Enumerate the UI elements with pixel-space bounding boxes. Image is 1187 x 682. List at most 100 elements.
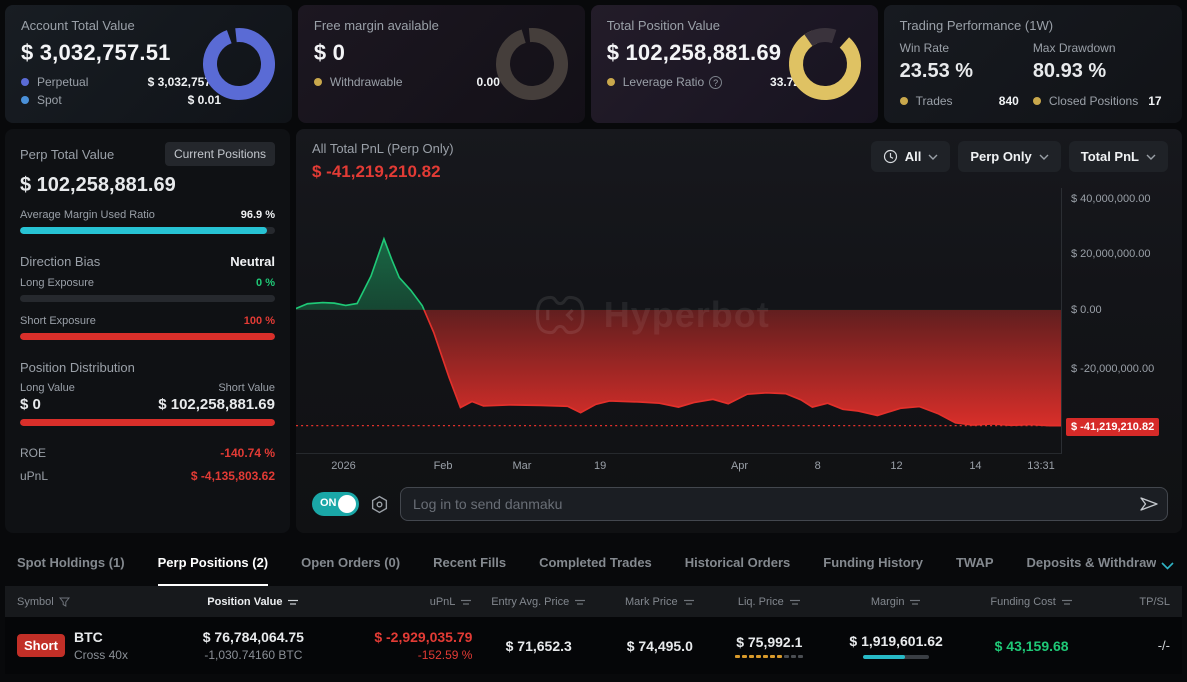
legend-label: Withdrawable: [330, 75, 403, 89]
y-axis: $ 40,000,000.00 $ 20,000,000.00 $ 0.00 $…: [1062, 188, 1182, 454]
col-upnl[interactable]: uPnL: [351, 596, 472, 608]
liq-price: $ 75,992.1: [715, 634, 825, 650]
sort-icon: [460, 598, 472, 606]
help-icon[interactable]: ?: [709, 76, 722, 89]
tab-completed-trades[interactable]: Completed Trades: [539, 539, 652, 586]
short-exposure-label: Short Exposure: [20, 315, 96, 327]
long-value: $ 0: [20, 396, 41, 413]
closed-dot-icon: [1033, 97, 1041, 105]
current-positions-button[interactable]: Current Positions: [165, 142, 275, 166]
win-rate-block: Win Rate 23.53 %: [900, 41, 1033, 83]
col-tpsl: TP/SL: [1095, 596, 1170, 608]
tab-recent-fills[interactable]: Recent Fills: [433, 539, 506, 586]
position-value: $ 76,784,064.75: [155, 629, 351, 645]
tab-historical-orders[interactable]: Historical Orders: [685, 539, 791, 586]
clock-icon: [883, 149, 898, 164]
tab-perp-positions[interactable]: Perp Positions (2): [158, 539, 269, 586]
metric-dropdown[interactable]: Total PnL: [1069, 141, 1168, 172]
x-tick: Feb: [434, 460, 453, 472]
x-tick: 13:31: [1027, 460, 1055, 472]
summary-cards: Account Total Value $ 3,032,757.51 Perpe…: [5, 5, 1182, 123]
legend-label: Spot: [37, 93, 62, 107]
chevron-down-icon: [1161, 562, 1174, 570]
x-axis: 2026 Feb Mar 19 Apr 8 12 14 13:31: [296, 454, 1062, 479]
entry-avg-price: $ 71,652.3: [472, 638, 605, 654]
tab-deposits-withdrawals[interactable]: Deposits & Withdraw: [1027, 539, 1157, 586]
max-drawdown-block: Max Drawdown 80.93 %: [1033, 41, 1166, 83]
leverage-dot-icon: [607, 78, 615, 86]
legend-label: Leverage Ratio: [623, 75, 704, 89]
sort-icon: [574, 598, 586, 606]
short-exposure-bar: [20, 333, 275, 340]
max-drawdown-value: 80.93 %: [1033, 60, 1166, 83]
tab-spot-holdings[interactable]: Spot Holdings (1): [17, 539, 125, 586]
row-upnl-pct: -152.59 %: [351, 648, 472, 662]
col-funding-cost[interactable]: Funding Cost: [968, 596, 1095, 608]
toggle-on-label: ON: [320, 497, 337, 509]
x-tick: Apr: [731, 460, 748, 472]
send-danmaku-button[interactable]: [1139, 496, 1159, 517]
pnl-chart-plot[interactable]: Hyperbot: [296, 188, 1062, 454]
time-range-value: All: [905, 149, 922, 164]
x-tick: Mar: [512, 460, 531, 472]
account-total-card: Account Total Value $ 3,032,757.51 Perpe…: [5, 5, 292, 123]
positions-tab-bar: Spot Holdings (1) Perp Positions (2) Ope…: [5, 539, 1182, 586]
danmaku-settings-icon[interactable]: [370, 495, 389, 514]
position-distribution-label: Position Distribution: [20, 360, 275, 375]
margin-ratio-label: Average Margin Used Ratio: [20, 209, 155, 221]
upnl-value: $ -4,135,803.62: [191, 469, 275, 483]
chart-total-pnl-value: $ -41,219,210.82: [312, 162, 454, 182]
sort-icon: [287, 598, 299, 606]
tab-funding-history[interactable]: Funding History: [823, 539, 923, 586]
win-rate-value: 23.53 %: [900, 60, 1033, 83]
x-tick: 14: [969, 460, 981, 472]
margin-ratio-bar: [20, 227, 275, 234]
long-value-label: Long Value: [20, 382, 75, 394]
legend-row-withdrawable: Withdrawable 0.00 %: [314, 75, 514, 89]
closed-positions-stat: Closed Positions 17: [1033, 94, 1162, 108]
closed-value: 17: [1148, 94, 1161, 108]
send-icon: [1139, 496, 1159, 512]
chart-title: All Total PnL (Perp Only): [312, 141, 454, 156]
col-symbol[interactable]: Symbol: [17, 596, 155, 608]
col-position-value[interactable]: Position Value: [155, 596, 351, 608]
metric-value: Total PnL: [1081, 149, 1139, 164]
pnl-area-chart: [296, 188, 1061, 453]
col-entry-price[interactable]: Entry Avg. Price: [472, 596, 605, 608]
current-pnl-badge: $ -41,219,210.82: [1066, 418, 1159, 436]
more-tabs-button[interactable]: [1161, 557, 1174, 575]
trading-performance-card: Trading Performance (1W) Win Rate 23.53 …: [884, 5, 1182, 123]
y-tick: $ 40,000,000.00: [1071, 193, 1151, 205]
danmaku-input[interactable]: [400, 487, 1168, 521]
card-title: Trading Performance (1W): [900, 18, 1166, 33]
sort-icon: [683, 598, 695, 606]
tab-open-orders[interactable]: Open Orders (0): [301, 539, 400, 586]
trades-stat: Trades 840: [900, 94, 1033, 108]
col-margin[interactable]: Margin: [824, 596, 968, 608]
free-margin-card: Free margin available $ 0 Withdrawable 0…: [298, 5, 585, 123]
account-type-dropdown[interactable]: Perp Only: [958, 141, 1060, 172]
direction-bias-label: Direction Bias: [20, 254, 100, 269]
chevron-down-icon: [1146, 154, 1156, 160]
short-value: $ 102,258,881.69: [158, 396, 275, 413]
danmaku-toggle[interactable]: ON: [312, 492, 359, 516]
upnl-label: uPnL: [20, 469, 48, 483]
x-tick: 2026: [331, 460, 355, 472]
leverage-mode: Cross 40x: [74, 648, 128, 662]
short-exposure-value: 100 %: [244, 315, 275, 327]
tab-twap[interactable]: TWAP: [956, 539, 994, 586]
col-mark-price[interactable]: Mark Price: [605, 596, 715, 608]
free-margin-donut-chart: [493, 25, 571, 103]
y-tick: $ 0.00: [1071, 304, 1102, 316]
account-type-value: Perp Only: [970, 149, 1031, 164]
funding-cost: $ 43,159.68: [968, 638, 1095, 654]
filter-icon: [59, 597, 70, 607]
short-side-badge: Short: [17, 634, 65, 657]
legend-row-leverage: Leverage Ratio ? 33.72x: [607, 75, 807, 89]
total-position-card: Total Position Value $ 102,258,881.69 Le…: [591, 5, 878, 123]
position-row-btc[interactable]: Short BTC Cross 40x $ 76,784,064.75 -1,0…: [5, 617, 1182, 674]
legend-row-perpetual: Perpetual $ 3,032,757.5: [21, 75, 221, 89]
time-range-dropdown[interactable]: All: [871, 141, 951, 172]
col-liq-price[interactable]: Liq. Price: [715, 596, 825, 608]
x-tick: 12: [890, 460, 902, 472]
